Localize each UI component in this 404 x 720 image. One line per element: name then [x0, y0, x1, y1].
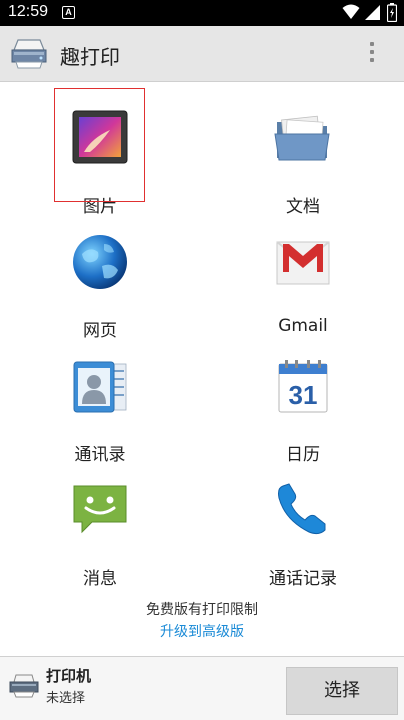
wifi-icon [342, 4, 360, 19]
grid-item-contacts[interactable]: 通讯录 [20, 356, 180, 466]
grid-item-calendar[interactable]: 31 日历 [223, 356, 383, 466]
calendar-day-text: 31 [289, 380, 318, 410]
gmail-icon [276, 241, 330, 285]
folder-icon [274, 115, 330, 161]
printer-icon [9, 674, 39, 698]
globe-icon [73, 235, 127, 289]
selection-highlight [54, 88, 145, 202]
upgrade-link[interactable]: 升级到高级版 [0, 621, 404, 641]
battery-icon [387, 3, 397, 22]
status-time: 12:59 [8, 3, 49, 20]
app-title: 趣打印 [60, 45, 120, 69]
select-printer-button[interactable]: 选择 [286, 667, 398, 715]
status-bar: 12:59 A [0, 0, 404, 26]
app-bar: 趣打印 [0, 26, 404, 82]
signal-icon [365, 5, 380, 20]
grid-item-label: 通讯录 [74, 445, 126, 465]
grid-item-label: 通话记录 [269, 569, 337, 589]
grid-item-messages[interactable]: 消息 [20, 480, 180, 590]
contacts-icon [73, 361, 127, 413]
calendar-icon: 31 [278, 360, 328, 413]
grid-item-label: 文档 [286, 197, 320, 217]
grid-item-label: 消息 [83, 569, 117, 589]
overflow-menu-icon[interactable] [360, 38, 384, 70]
bottom-bar: 打印机 未选择 选择 [0, 656, 404, 720]
message-icon [73, 485, 127, 534]
free-version-limit-text: 免费版有打印限制 [146, 602, 258, 618]
grid-item-label: 网页 [83, 321, 117, 341]
printer-title: 打印机 [46, 667, 92, 685]
phone-icon [278, 483, 326, 535]
grid-item-label: 日历 [286, 445, 320, 465]
printer-logo-icon [11, 39, 47, 69]
grid-item-documents[interactable]: 文档 [223, 108, 383, 218]
notification-icon: A [62, 6, 75, 19]
printer-status: 未选择 [46, 691, 86, 706]
grid-item-label: Gmail [278, 316, 328, 336]
grid-item-web[interactable]: 网页 [20, 232, 180, 342]
grid-item-gmail[interactable]: Gmail [223, 232, 383, 342]
grid-item-call-log[interactable]: 通话记录 [223, 480, 383, 590]
